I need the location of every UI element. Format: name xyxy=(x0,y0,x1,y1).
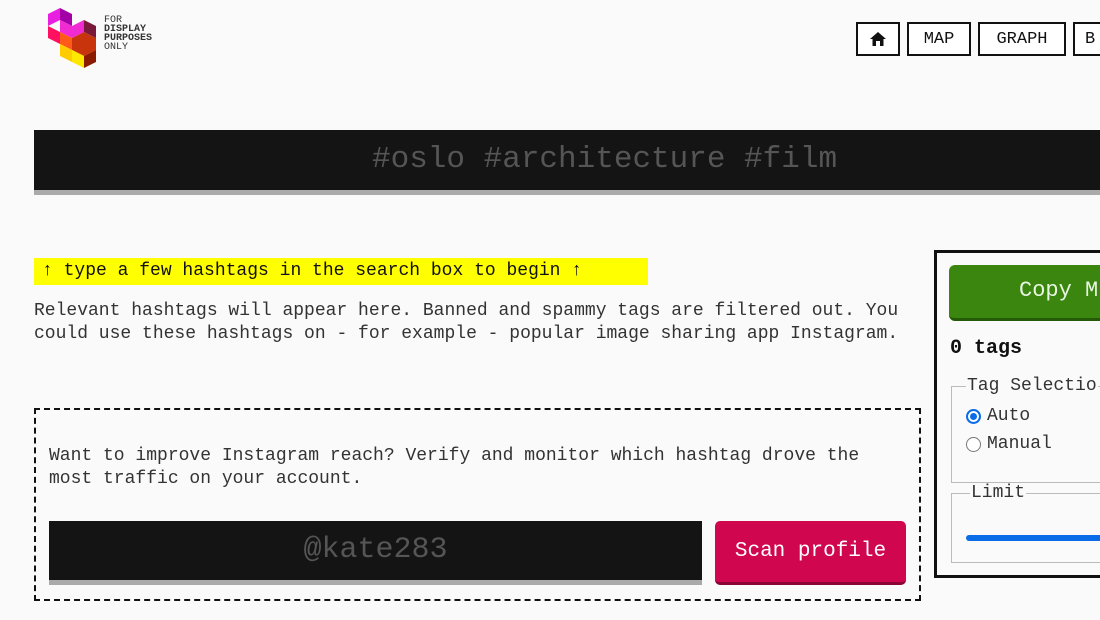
radio-checked-icon[interactable] xyxy=(966,408,981,424)
radio-manual[interactable]: Manual xyxy=(966,430,1100,458)
nav-more[interactable]: B xyxy=(1073,22,1100,56)
radio-unchecked-icon[interactable] xyxy=(966,436,981,452)
tag-selection-legend: Tag Selectio xyxy=(967,376,1097,396)
nav-map[interactable]: MAP xyxy=(907,22,971,56)
limit-legend: Limit xyxy=(971,483,1026,503)
scan-description: Want to improve Instagram reach? Verify … xyxy=(49,446,860,489)
home-icon xyxy=(870,32,886,46)
limit-fieldset: Limit xyxy=(951,483,1100,563)
scan-profile-button[interactable]: Scan profile xyxy=(715,521,906,585)
profile-handle-input[interactable]: @kate283 xyxy=(49,521,702,585)
limit-slider[interactable] xyxy=(966,535,1100,541)
search-hint: ↑ type a few hashtags in the search box … xyxy=(34,258,648,285)
radio-auto[interactable]: Auto xyxy=(966,402,1100,430)
hashtag-search-input[interactable]: #oslo #architecture #film xyxy=(34,130,1100,195)
copy-button[interactable]: Copy M xyxy=(949,265,1100,321)
home-button[interactable] xyxy=(856,22,900,56)
tag-selection-fieldset: Tag Selectio Auto Manual xyxy=(951,376,1100,483)
description-text: Relevant hashtags will appear here. Bann… xyxy=(34,301,899,344)
tag-count: 0 tags xyxy=(950,337,1023,360)
logo-text: FOR DISPLAY PURPOSES ONLY xyxy=(104,16,152,53)
radio-label: Auto xyxy=(987,406,1031,426)
logo-icon[interactable] xyxy=(46,6,100,72)
nav-graph[interactable]: GRAPH xyxy=(978,22,1066,56)
radio-label: Manual xyxy=(987,434,1052,454)
logo-line: ONLY xyxy=(104,42,129,53)
